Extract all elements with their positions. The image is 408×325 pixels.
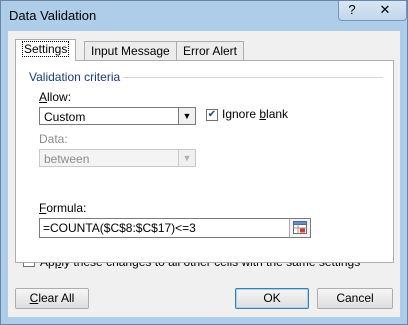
cancel-button[interactable]: Cancel — [317, 288, 393, 309]
chevron-down-icon[interactable]: ▼ — [178, 150, 195, 166]
data-label: Data: — [39, 132, 68, 146]
ignore-blank-label[interactable]: Ignore blank — [222, 107, 288, 121]
validation-criteria-heading: Validation criteria — [29, 70, 121, 84]
help-button[interactable]: ? — [338, 1, 366, 21]
tab-settings-label: Settings — [22, 41, 70, 57]
group-divider — [123, 77, 383, 78]
tab-settings[interactable]: Settings — [15, 39, 77, 61]
tab-input-message-label: Input Message — [91, 44, 170, 58]
checkmark-icon: ✔ — [207, 109, 217, 120]
ignore-blank-checkbox[interactable]: ✔ — [206, 109, 218, 121]
formula-input-value: =COUNTA($C$8:$C$17)<=3 — [43, 221, 196, 235]
chevron-down-icon[interactable]: ▼ — [178, 108, 195, 124]
formula-input[interactable]: =COUNTA($C$8:$C$17)<=3 — [39, 218, 311, 238]
formula-label: Formula: — [39, 201, 87, 215]
tab-error-alert-label: Error Alert — [183, 44, 238, 58]
settings-panel: Validation criteria Allow: Custom ▼ ✔ Ig… — [15, 60, 394, 263]
dialog-client-area: Settings Input Message Error Alert Valid… — [8, 31, 400, 317]
allow-label: Allow: — [39, 90, 72, 104]
range-select-button[interactable] — [289, 219, 310, 237]
allow-dropdown[interactable]: Custom ▼ — [39, 107, 196, 125]
data-validation-dialog: Data Validation ? ✕ Settings Input Messa… — [0, 0, 408, 325]
tab-input-message[interactable]: Input Message — [84, 41, 177, 60]
window-title: Data Validation — [9, 8, 97, 23]
range-select-icon — [293, 221, 307, 234]
clear-all-button[interactable]: Clear All — [15, 288, 89, 309]
ok-button[interactable]: OK — [235, 288, 309, 309]
allow-dropdown-value: Custom — [44, 110, 86, 124]
close-button[interactable]: ✕ — [364, 1, 407, 21]
tab-error-alert[interactable]: Error Alert — [176, 41, 245, 60]
data-dropdown-value: between — [44, 152, 90, 166]
data-dropdown[interactable]: between ▼ — [39, 149, 196, 167]
title-bar[interactable]: Data Validation ? ✕ — [1, 1, 407, 31]
